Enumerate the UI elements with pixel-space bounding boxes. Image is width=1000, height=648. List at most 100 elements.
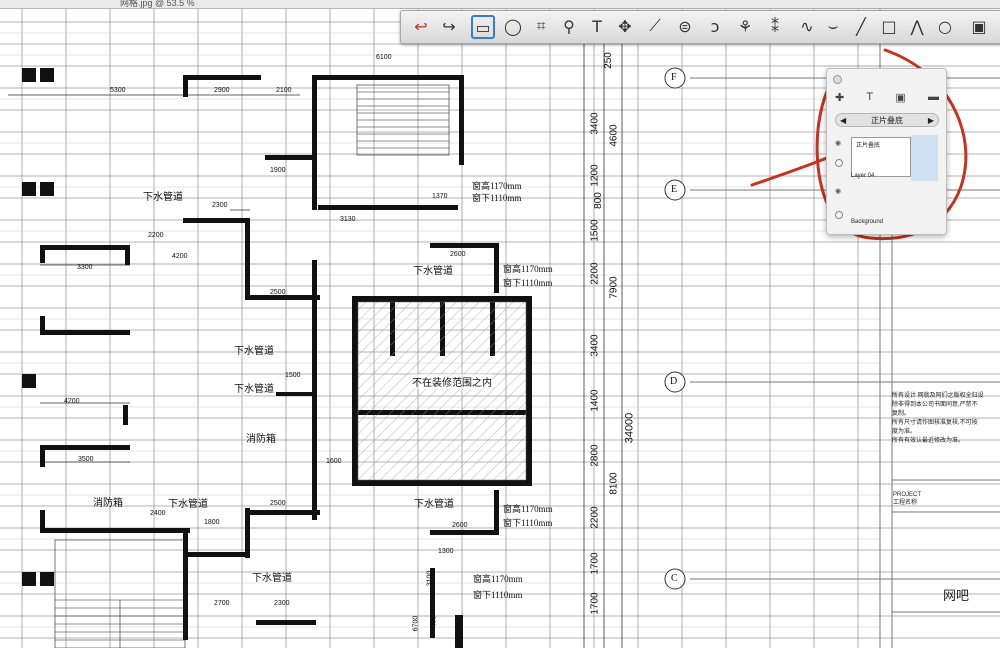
layer-select-radio[interactable] <box>835 159 843 167</box>
project-label: PROJECT <box>893 492 922 498</box>
dim-400: 400 <box>430 615 438 628</box>
dim-2800: 2800 <box>589 444 601 467</box>
dim-1700b: 1700 <box>589 592 601 615</box>
note-line: 复制。 <box>892 411 911 417</box>
axis-label-f: F <box>671 72 677 83</box>
trash-icon[interactable]: ▬ <box>928 91 939 107</box>
ellipse-icon[interactable]: ○ <box>933 14 957 38</box>
text-tool-icon[interactable]: T <box>585 14 609 38</box>
chevron-left-icon[interactable]: ◀ <box>840 116 846 125</box>
lasso-icon[interactable]: ◯ <box>501 14 525 38</box>
dim-1200: 1200 <box>589 164 601 187</box>
design-notes: 所有设计 网就及阿们之版权全归设 除非得到本公司书面同意,严禁不 复制。 所有尺… <box>892 392 1000 446</box>
heal-icon[interactable]: ⚘ <box>733 14 757 38</box>
pen-icon[interactable]: ∿ <box>795 14 819 38</box>
panel-close-button[interactable] <box>833 75 842 84</box>
curve-icon[interactable]: ⌣ <box>821 14 845 38</box>
dim-2200-h: 2200 <box>148 232 164 239</box>
dim-2200: 2200 <box>589 262 601 285</box>
add-layer-icon[interactable]: ✚ <box>835 91 844 107</box>
layer-tools: ✚ T ▣ ▬ <box>835 91 939 107</box>
undo-icon[interactable]: ↩ <box>409 14 433 38</box>
dim-800: 800 <box>592 192 604 209</box>
dim-250: 250 <box>602 52 614 69</box>
dim-1500-h: 1500 <box>285 372 301 379</box>
project-block: PROJECT 工程名称 <box>893 491 921 507</box>
crop-icon[interactable]: ⌗ <box>529 14 553 38</box>
warp-icon[interactable]: ⁑ <box>763 14 787 38</box>
clipboard-icon[interactable]: ▣ <box>967 14 991 38</box>
window-note-2b: 窗下1110mm <box>503 278 553 288</box>
pipe-label-5: 下水管道 <box>168 499 208 510</box>
dim-2700: 2700 <box>214 600 230 607</box>
layer-name: Background <box>851 219 884 225</box>
layer-options[interactable] <box>911 135 938 181</box>
dim-2600: 2600 <box>450 251 466 258</box>
dim-4200b: 4200 <box>64 398 80 405</box>
dim-1600: 1600 <box>326 458 342 465</box>
blend-mode-selector[interactable]: ◀ 正片叠底 ▶ <box>835 113 939 127</box>
stamp-icon[interactable]: ⊜ <box>673 14 697 38</box>
smudge-icon[interactable]: ↄ <box>703 14 727 38</box>
dim-4600: 4600 <box>608 124 620 147</box>
pipe-label-4: 下水管道 <box>234 384 274 395</box>
dim-2400: 2400 <box>150 510 166 517</box>
blend-mode-value: 正片叠底 <box>871 115 903 125</box>
layer-name: Layer 04 <box>851 173 875 179</box>
image-layer-icon[interactable]: ▣ <box>895 91 905 107</box>
axis-label-d: D <box>670 376 678 387</box>
sheet-title: 网吧 <box>943 588 970 603</box>
layers-panel: ✚ T ▣ ▬ ◀ 正片叠底 ▶ ◉ 正片叠底 Layer 04 ◉ Backg… <box>826 68 947 235</box>
axis-label-e: E <box>671 184 678 195</box>
line-icon[interactable]: ╱ <box>849 14 873 38</box>
redo-icon[interactable]: ↪ <box>437 14 461 38</box>
ruler-icon[interactable]: ⟋ <box>643 14 667 38</box>
zone-label: 不在装修范围之内 <box>412 374 492 389</box>
dim-8100: 8100 <box>608 472 620 495</box>
dim-3300: 3300 <box>77 264 93 271</box>
chevron-right-icon[interactable]: ▶ <box>928 116 934 125</box>
annotation-toolbar: ↩ ↪ ▭ ◯ ⌗ ⚲ T ✥ ⟋ ⊜ ↄ ⚘ ⁑ ∿ ⌣ ╱ □ ⋀ ○ ▣ <box>400 10 1000 44</box>
move-icon[interactable]: ✥ <box>613 14 637 38</box>
dim-1500: 1500 <box>589 219 601 242</box>
polyline-icon[interactable]: ⋀ <box>905 14 929 38</box>
fire-box-label-1: 消防箱 <box>246 434 276 445</box>
dim-2200b: 2200 <box>589 506 601 529</box>
pipe-label-7: 下水管道 <box>252 573 292 584</box>
text-layer-icon[interactable]: T <box>866 91 873 107</box>
dim-3500: 3500 <box>78 456 94 463</box>
dim-3130: 3130 <box>340 216 356 223</box>
note-line: 除非得到本公司书面同意,严禁不 <box>892 402 978 408</box>
dim-5300: 5300 <box>110 87 126 94</box>
layer-thumbnail: 正片叠底 <box>851 137 911 177</box>
dim-2600b: 2600 <box>452 522 468 529</box>
axis-label-c: C <box>671 573 678 584</box>
layer-row-background[interactable]: ◉ Background <box>831 183 942 227</box>
dim-3100: 3100 <box>426 570 434 587</box>
fire-box-label-2: 消防箱 <box>93 498 123 509</box>
layer-select-radio[interactable] <box>835 211 843 219</box>
rectangle-icon[interactable]: □ <box>877 14 901 38</box>
window-title: 网格.jpg @ 53.5 % <box>120 0 195 8</box>
dim-2500: 2500 <box>270 289 286 296</box>
dim-2300b: 2300 <box>274 600 290 607</box>
note-line: 所有有效认最近修改为准。 <box>892 438 965 444</box>
dim-3400b: 3400 <box>589 334 601 357</box>
dim-1300: 1300 <box>438 548 454 555</box>
pipe-label-1: 下水管道 <box>143 192 183 203</box>
rect-select-icon[interactable]: ▭ <box>471 15 495 39</box>
pipe-label-3: 下水管道 <box>234 346 274 357</box>
dim-1400: 1400 <box>589 389 601 412</box>
layer-row-layer04[interactable]: ◉ 正片叠底 Layer 04 <box>831 135 942 181</box>
dim-6100: 6100 <box>376 54 392 61</box>
window-note-4: 窗高1170mm <box>473 574 523 584</box>
dim-1700: 1700 <box>589 552 601 575</box>
dim-4200: 4200 <box>172 253 188 260</box>
dim-2900: 2900 <box>214 87 230 94</box>
dim-1900: 1900 <box>270 167 286 174</box>
eye-icon[interactable]: ◉ <box>835 139 841 147</box>
dim-1370: 1370 <box>432 193 448 200</box>
eye-icon[interactable]: ◉ <box>835 187 841 195</box>
zoom-icon[interactable]: ⚲ <box>557 14 581 38</box>
window-titlebar[interactable]: 网格.jpg @ 53.5 % <box>0 0 1000 9</box>
